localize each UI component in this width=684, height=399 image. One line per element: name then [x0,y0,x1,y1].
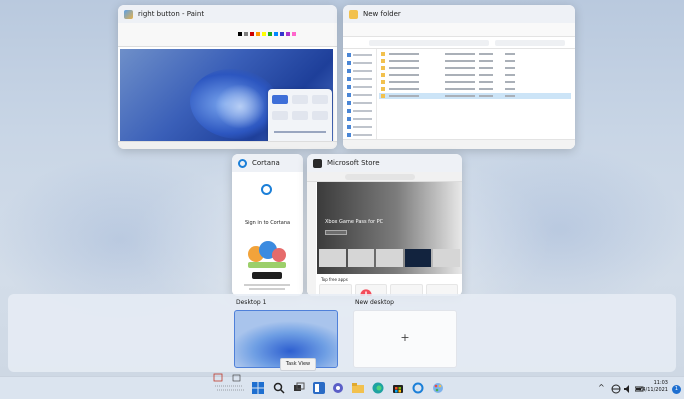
paint-canvas[interactable] [120,49,333,149]
plus-icon: + [400,331,410,344]
store-search-box [345,174,415,180]
clock-time: 11:03 [653,380,668,386]
tray-chevron-icon[interactable]: ^ [598,383,605,392]
cortana-illustration [248,241,286,268]
store-window[interactable]: Microsoft Store Xbox Game Pass for PC To… [307,154,462,296]
cursor-sparkle-icon [213,373,245,391]
cortana-sign-in-button[interactable] [252,272,282,279]
start-icon[interactable] [252,382,264,394]
explorer-address-bar [343,37,575,49]
store-hero-thumbnails [317,249,462,267]
volume-icon[interactable] [622,383,634,395]
store-hero-text: Xbox Game Pass for PC [325,219,384,225]
explorer-window-title: New folder [363,10,401,18]
new-desktop-label: New desktop [355,299,394,306]
notification-badge[interactable]: 1 [672,385,681,394]
paint-window-titlebar[interactable]: right button - Paint [118,5,337,23]
file-explorer-window[interactable]: New folder [343,5,575,149]
explorer-window-titlebar[interactable]: New folder [343,5,575,23]
quick-settings-panel [268,89,332,149]
explorer-status-bar [343,139,575,149]
store-top-apps-heading: Top free apps [321,277,348,282]
store-hero-button[interactable] [325,230,347,235]
paint-content [118,23,337,149]
widgets-icon[interactable] [313,382,325,394]
taskbar: ^ 11:03 24/11/2021 1 [0,376,684,399]
cortana-window-title: Cortana [252,159,280,167]
paint-window[interactable]: right button - Paint [118,5,337,149]
paint-window-title: right button - Paint [138,10,205,18]
paint-icon [124,9,133,19]
paint-taskbar-icon[interactable] [432,382,444,394]
paint-ribbon [118,23,337,47]
chat-icon[interactable] [332,382,344,394]
cortana-sign-in-heading: Sign in to Cortana [244,220,291,226]
explorer-file-list [379,51,571,100]
edge-icon[interactable] [372,382,384,394]
explorer-nav-pane [343,49,377,145]
store-content: Xbox Game Pass for PC Top free apps [307,172,462,296]
new-desktop-button[interactable]: + [353,310,457,368]
explorer-search-box [495,40,565,46]
store-sidebar [307,182,316,296]
store-window-titlebar[interactable]: Microsoft Store [307,154,462,172]
clock-date: 24/11/2021 [639,387,668,393]
store-icon [313,158,322,168]
explorer-toolbar [343,23,575,37]
explorer-content [343,23,575,149]
paint-status-bar [118,141,337,149]
task-view-icon[interactable] [293,382,305,394]
task-view-tooltip: Task View [280,358,316,371]
cortana-logo-icon [261,184,272,195]
search-icon[interactable] [273,382,285,394]
virtual-desktops-strip: Desktop 1 New desktop + [8,294,676,372]
store-header-bar [307,172,462,182]
store-window-title: Microsoft Store [327,159,380,167]
cortana-content: Sign in to Cortana [232,172,303,296]
folder-icon [349,9,358,19]
taskbar-clock[interactable]: 11:03 24/11/2021 [639,380,668,394]
cortana-taskbar-icon[interactable] [412,382,424,394]
cortana-window-titlebar[interactable]: Cortana [232,154,303,172]
desktop-1-label: Desktop 1 [236,299,267,306]
language-icon[interactable] [610,383,622,395]
store-taskbar-icon[interactable] [392,382,404,394]
cortana-icon [238,158,247,168]
file-explorer-icon[interactable] [352,382,364,394]
cortana-window[interactable]: Cortana Sign in to Cortana [232,154,303,296]
